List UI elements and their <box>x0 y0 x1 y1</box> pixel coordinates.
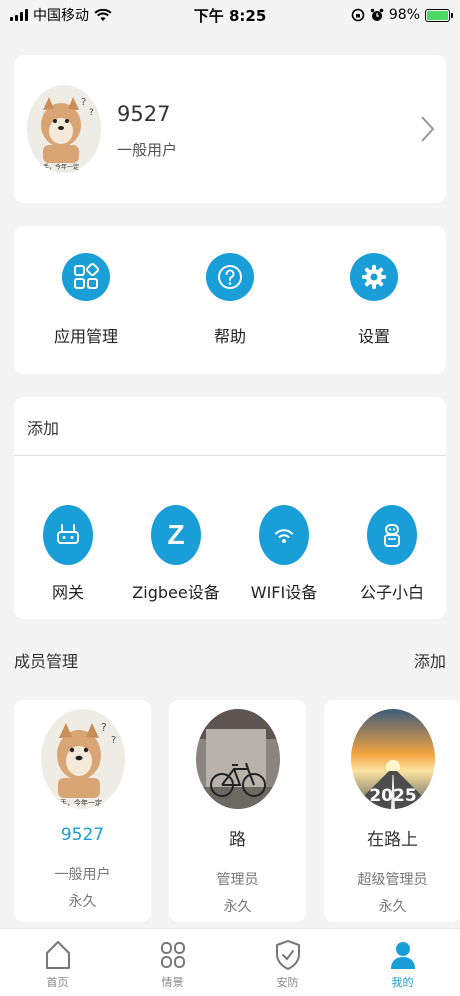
user-icon <box>390 942 415 969</box>
gear-icon <box>350 253 398 301</box>
device-label: Zigbee设备 <box>132 583 220 602</box>
gateway-device-option[interactable]: 网关 <box>14 505 122 603</box>
signal-icon <box>10 9 28 21</box>
tab-scene[interactable]: 情景 <box>115 929 230 996</box>
rotation-lock-icon <box>351 8 365 22</box>
wifi-status-icon <box>94 8 112 21</box>
battery-icon <box>425 8 453 22</box>
alarm-icon <box>370 8 384 21</box>
tab-label: 首页 <box>46 976 69 989</box>
zigbee-icon: Z <box>151 505 201 565</box>
profile-role: 一般用户 <box>117 141 178 159</box>
tab-label: 情景 <box>161 976 184 989</box>
device-label: WIFI设备 <box>250 583 318 602</box>
tab-mine[interactable]: 我的 <box>345 929 460 996</box>
robot-icon <box>367 505 417 565</box>
add-section-title: 添加 <box>27 419 60 438</box>
svg-text:?: ? <box>89 108 94 118</box>
profile-card[interactable]: ? ? 未松手，今年一定 9527 一般用户 <box>14 55 446 203</box>
zigbee-device-option[interactable]: Z Zigbee设备 <box>122 505 230 603</box>
member-card[interactable]: 2025 在路上 超级管理员 永久 <box>324 700 460 922</box>
members-section-title: 成员管理 <box>14 652 79 671</box>
tab-security[interactable]: 安防 <box>230 929 345 996</box>
apps-grid-icon <box>62 253 110 301</box>
settings-shortcut[interactable]: 设置 <box>302 226 446 374</box>
member-term: 永久 <box>223 899 252 915</box>
avatar: ? ? 未松手，今年一定 <box>40 709 125 809</box>
home-icon <box>45 941 70 969</box>
app-management-shortcut[interactable]: 应用管理 <box>14 226 158 374</box>
svg-text:2025: 2025 <box>369 786 416 806</box>
chevron-right-icon[interactable] <box>420 115 436 143</box>
avatar: ? ? 未松手，今年一定 <box>27 85 101 173</box>
shield-icon <box>275 940 300 970</box>
members-list[interactable]: ? ? 未松手，今年一定 9527 一般用户 永久 路 管理员 永久 2025 … <box>14 700 460 922</box>
member-role: 管理员 <box>216 872 259 888</box>
svg-text:?: ? <box>81 97 86 108</box>
shortcut-label: 应用管理 <box>53 327 118 346</box>
tab-bar: 首页 情景 安防 我的 <box>0 928 460 996</box>
bicycle-photo-image <box>195 709 280 809</box>
help-shortcut[interactable]: 帮助 <box>158 226 302 374</box>
svg-text:?: ? <box>111 735 116 746</box>
member-name: 在路上 <box>367 830 418 850</box>
add-device-card: 添加 网关 Z Zigbee设备 WIFI设备 公子小白 <box>14 397 446 619</box>
avatar: 2025 <box>350 709 435 809</box>
divider <box>14 455 446 456</box>
member-term: 永久 <box>68 894 97 910</box>
status-right: 98% <box>351 7 453 23</box>
avatar <box>195 709 280 809</box>
svg-text:未松手，今年一定: 未松手，今年一定 <box>31 163 79 171</box>
profile-name: 9527 <box>117 102 171 126</box>
member-card[interactable]: ? ? 未松手，今年一定 9527 一般用户 永久 <box>14 700 151 922</box>
wifi-device-option[interactable]: WIFI设备 <box>230 505 338 603</box>
gateway-icon <box>43 505 93 565</box>
members-section-header: 成员管理 添加 <box>14 648 446 672</box>
member-name: 9527 <box>60 825 105 845</box>
battery-percent: 98% <box>388 7 420 23</box>
help-icon <box>206 253 254 301</box>
dog-avatar-image: ? ? 未松手，今年一定 <box>40 709 125 809</box>
svg-text:未松手，今年一定: 未松手，今年一定 <box>46 798 102 807</box>
carrier-label: 中国移动 <box>33 8 89 24</box>
device-label: 网关 <box>51 583 84 602</box>
robot-device-option[interactable]: 公子小白 <box>338 505 446 603</box>
device-label: 公子小白 <box>359 583 424 602</box>
svg-text:?: ? <box>101 721 107 734</box>
shortcut-label: 帮助 <box>213 327 246 346</box>
tab-label: 安防 <box>276 976 299 989</box>
wifi-icon <box>259 505 309 565</box>
sunset-road-image: 2025 <box>350 709 435 809</box>
status-left: 中国移动 <box>10 5 112 25</box>
status-bar: 中国移动 下午 8:25 98% <box>0 0 460 30</box>
add-member-button[interactable]: 添加 <box>414 648 446 672</box>
member-role: 超级管理员 <box>357 872 428 888</box>
tab-home[interactable]: 首页 <box>0 929 115 996</box>
shortcuts-card: 应用管理 帮助 设置 <box>14 226 446 374</box>
member-name: 路 <box>229 830 246 850</box>
member-card[interactable]: 路 管理员 永久 <box>169 700 306 922</box>
shortcut-label: 设置 <box>357 327 390 346</box>
tab-label: 我的 <box>391 976 414 989</box>
member-role: 一般用户 <box>54 867 111 883</box>
member-term: 永久 <box>378 899 407 915</box>
scene-icon <box>160 942 185 968</box>
dog-avatar-image: ? ? 未松手，今年一定 <box>27 85 101 173</box>
